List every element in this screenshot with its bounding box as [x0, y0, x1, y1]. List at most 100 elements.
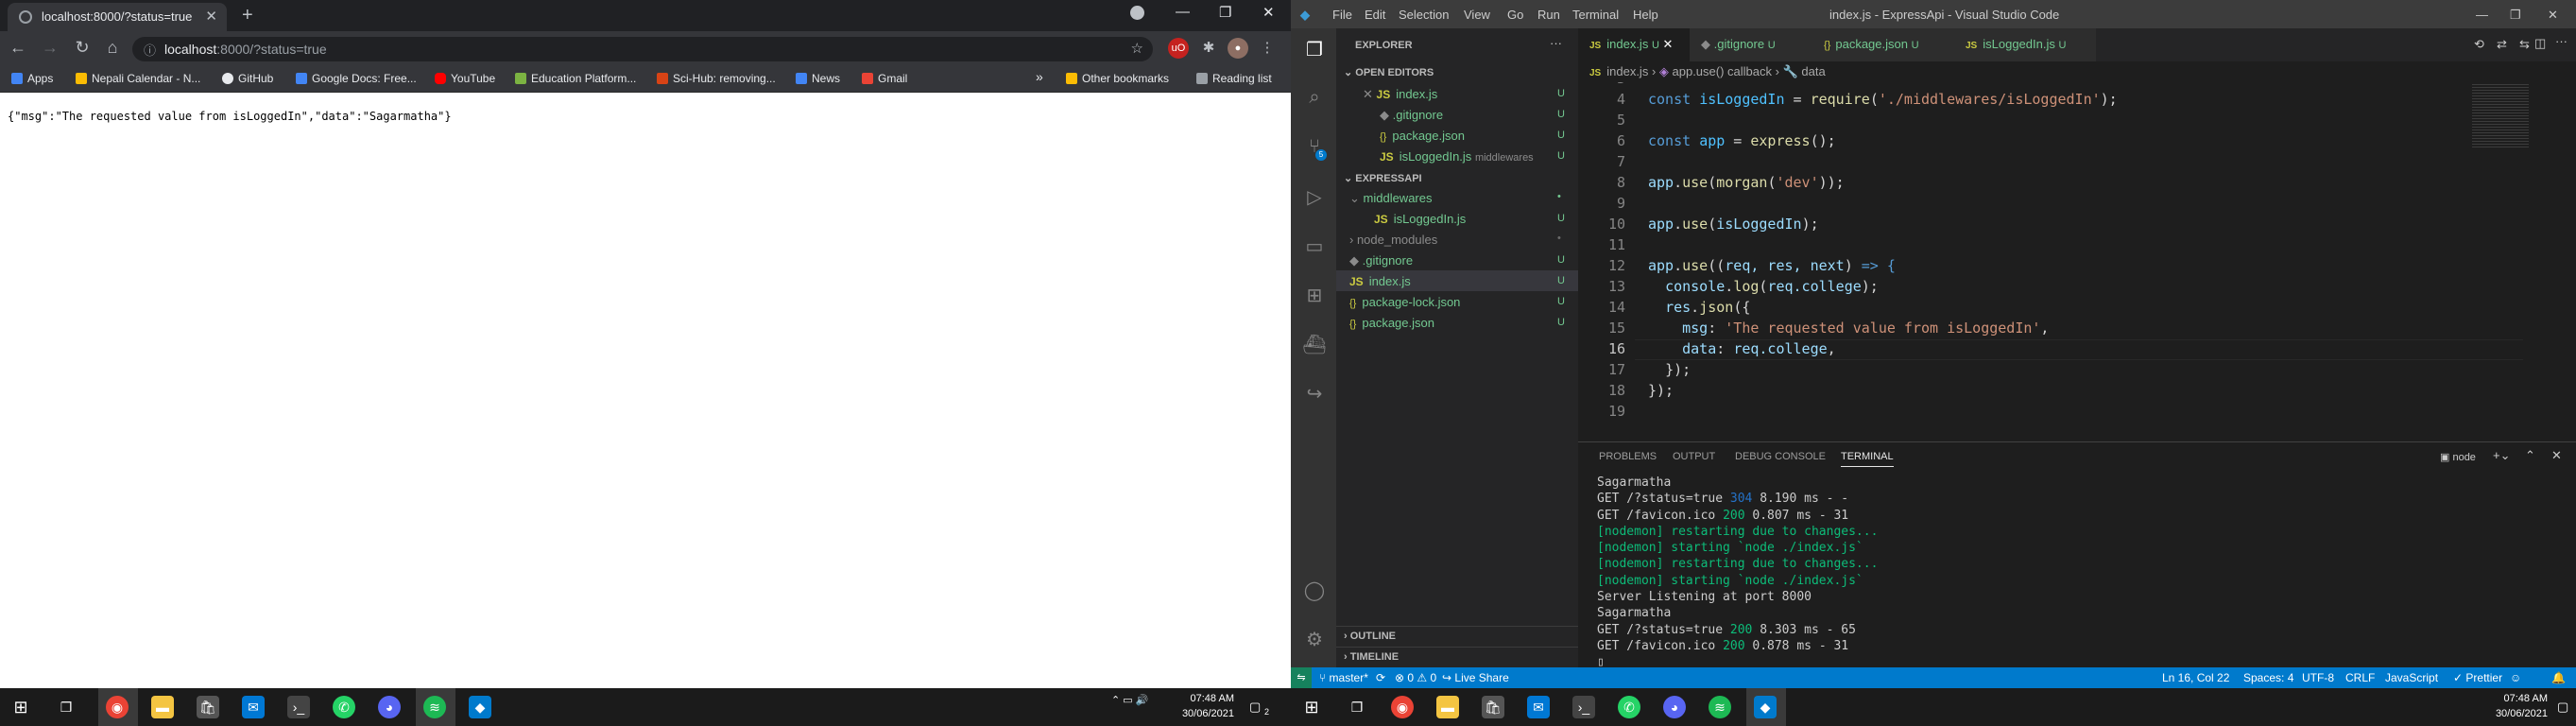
profile-avatar[interactable]: ●: [1228, 38, 1248, 59]
file-explorer-icon[interactable]: ▬: [1436, 696, 1459, 718]
menu-view[interactable]: View: [1464, 8, 1490, 22]
chrome-icon[interactable]: ◉: [1391, 696, 1414, 718]
file-package-json[interactable]: {} package.json: [1349, 316, 1434, 330]
new-terminal-icon[interactable]: +⌄: [2493, 448, 2510, 463]
vscode-minimize-icon[interactable]: —: [2476, 8, 2488, 22]
open-editor-item[interactable]: ✕ JS index.js: [1363, 87, 1437, 102]
home-icon[interactable]: ⌂: [102, 38, 123, 58]
panel-tab-problems[interactable]: PROBLEMS: [1599, 451, 1657, 462]
menu-terminal[interactable]: Terminal: [1572, 8, 1619, 22]
line-ending[interactable]: CRLF: [2345, 671, 2375, 684]
notification-center-icon[interactable]: ▢: [2557, 700, 2568, 715]
mail-icon[interactable]: ✉: [1527, 696, 1550, 718]
file-gitignore[interactable]: ◆ .gitignore: [1349, 253, 1413, 268]
folder-node-modules[interactable]: › node_modules: [1349, 233, 1437, 247]
sync-icon[interactable]: ⟳: [1376, 671, 1385, 684]
menu-selection[interactable]: Selection: [1399, 8, 1449, 22]
project-header[interactable]: ⌄ EXPRESSAPI: [1344, 172, 1422, 184]
bookmark-nepali-calendar[interactable]: Nepali Calendar - N...: [76, 72, 200, 85]
tab-index-js[interactable]: JS index.js U ✕: [1578, 28, 1690, 61]
breadcrumb-file[interactable]: index.js: [1606, 64, 1648, 78]
close-tab-icon[interactable]: ✕: [205, 8, 217, 25]
discord-icon[interactable]: ◕: [378, 696, 401, 718]
more-actions-icon[interactable]: ···: [2555, 34, 2567, 48]
explorer-more-icon[interactable]: ···: [1550, 36, 1562, 50]
open-changes-icon[interactable]: ⇆: [2519, 37, 2530, 52]
minimize-icon[interactable]: —: [1176, 4, 1190, 20]
maximize-icon[interactable]: ❐: [1219, 4, 1231, 21]
open-editors-header[interactable]: ⌄ OPEN EDITORS: [1344, 66, 1434, 78]
settings-gear-icon[interactable]: ⚙: [1302, 628, 1327, 652]
open-editor-item[interactable]: ◆ .gitignore: [1380, 108, 1443, 123]
timeline-history-icon[interactable]: ⟲: [2474, 37, 2484, 52]
ublock-icon[interactable]: uO: [1168, 38, 1189, 59]
whatsapp-icon[interactable]: ✆: [1618, 696, 1640, 718]
clock-time[interactable]: 07:48 AM: [1177, 693, 1234, 704]
panel-tab-debug-console[interactable]: DEBUG CONSOLE: [1735, 451, 1826, 462]
vscode-close-icon[interactable]: ✕: [2548, 8, 2558, 23]
problems-count[interactable]: ⊗ 0 ⚠ 0: [1395, 671, 1436, 684]
open-editor-item[interactable]: {} package.json: [1380, 129, 1465, 143]
menu-run[interactable]: Run: [1537, 8, 1560, 22]
bookmark-apps[interactable]: Apps: [11, 72, 53, 85]
remote-explorer-icon[interactable]: ▭: [1302, 234, 1327, 259]
minimap[interactable]: [2472, 82, 2529, 148]
bookmark-google-docs[interactable]: Google Docs: Free...: [296, 72, 417, 85]
clock-time[interactable]: 07:48 AM: [2491, 693, 2548, 704]
terminal-app-icon[interactable]: ›_: [287, 696, 310, 718]
open-editor-item[interactable]: JS isLoggedIn.js middlewares: [1380, 149, 1534, 164]
bookmark-github[interactable]: GitHub: [222, 72, 273, 85]
extensions-icon[interactable]: ⊞: [1302, 284, 1327, 308]
chevron-up-icon[interactable]: ⌃: [2525, 448, 2535, 463]
menu-file[interactable]: File: [1332, 8, 1352, 22]
bookmark-education-platform[interactable]: Education Platform...: [515, 72, 636, 85]
file-index-js[interactable]: JS index.js: [1349, 274, 1411, 288]
spotify-icon[interactable]: ≋: [423, 696, 446, 718]
bookmark-news[interactable]: News: [796, 72, 840, 85]
file-package-lock[interactable]: {} package-lock.json: [1349, 295, 1460, 309]
close-tab-icon[interactable]: ✕: [1663, 37, 1674, 51]
timeline-header[interactable]: › TIMELINE: [1344, 651, 1399, 663]
terminal-selector[interactable]: ▣ node: [2440, 451, 2476, 463]
folder-middlewares[interactable]: ⌄ middlewares: [1349, 191, 1433, 206]
explorer-icon[interactable]: ❐: [1302, 38, 1327, 62]
mail-icon[interactable]: ✉: [242, 696, 265, 718]
discord-icon[interactable]: ◕: [1663, 696, 1686, 718]
breadcrumb-data[interactable]: data: [1801, 64, 1825, 78]
media-control-icon[interactable]: [1130, 6, 1144, 20]
menu-go[interactable]: Go: [1507, 8, 1523, 22]
info-icon[interactable]: ⓘ: [144, 41, 156, 59]
windows-start-icon[interactable]: ⊞: [9, 696, 32, 718]
run-debug-icon[interactable]: ▷: [1302, 185, 1327, 210]
clock-date[interactable]: 30/06/2021: [1177, 708, 1234, 719]
vscode-maximize-icon[interactable]: ❐: [2510, 8, 2521, 23]
menu-edit[interactable]: Edit: [1365, 8, 1385, 22]
browser-tab[interactable]: localhost:8000/?status=true ✕: [8, 3, 227, 31]
git-branch[interactable]: ⑂ master*: [1319, 671, 1368, 684]
other-bookmarks[interactable]: Other bookmarks: [1066, 72, 1169, 85]
compare-icon[interactable]: ⇄: [2497, 37, 2507, 52]
breadcrumb-callback[interactable]: app.use() callback: [1673, 64, 1773, 78]
prettier-status[interactable]: ✓ Prettier: [2453, 671, 2502, 684]
indentation[interactable]: Spaces: 4: [2243, 671, 2293, 684]
tab-gitignore[interactable]: ◆ .gitignore U: [1690, 28, 1812, 61]
panel-tab-output[interactable]: OUTPUT: [1673, 451, 1715, 462]
docker-icon[interactable]: ⛴: [1302, 333, 1327, 357]
search-icon[interactable]: ⌕: [1302, 87, 1327, 112]
close-window-icon[interactable]: ✕: [1262, 4, 1275, 21]
whatsapp-icon[interactable]: ✆: [333, 696, 355, 718]
task-view-icon[interactable]: ❐: [1346, 696, 1368, 718]
notifications-bell-icon[interactable]: 🔔: [2551, 671, 2566, 684]
account-icon[interactable]: ◯: [1302, 579, 1327, 603]
more-bookmarks-icon[interactable]: »: [1036, 69, 1043, 84]
back-icon[interactable]: ←: [8, 38, 28, 58]
address-bar[interactable]: ⓘ localhost:8000/?status=true ☆: [132, 37, 1153, 61]
live-share-icon[interactable]: ↪: [1302, 382, 1327, 406]
tab-isloggedin[interactable]: JS isLoggedIn.js U: [1954, 28, 2096, 61]
menu-help[interactable]: Help: [1633, 8, 1658, 22]
code-editor[interactable]: 3 4 5 6 7 8 9 10 11 12 13 14 15 16 17 18…: [1578, 82, 2576, 441]
outline-header[interactable]: › OUTLINE: [1344, 631, 1396, 642]
tray-icons[interactable]: ⌃ ▭ 🔊: [1111, 694, 1148, 706]
language-mode[interactable]: JavaScript: [2385, 671, 2438, 684]
spotify-icon[interactable]: ≋: [1709, 696, 1731, 718]
